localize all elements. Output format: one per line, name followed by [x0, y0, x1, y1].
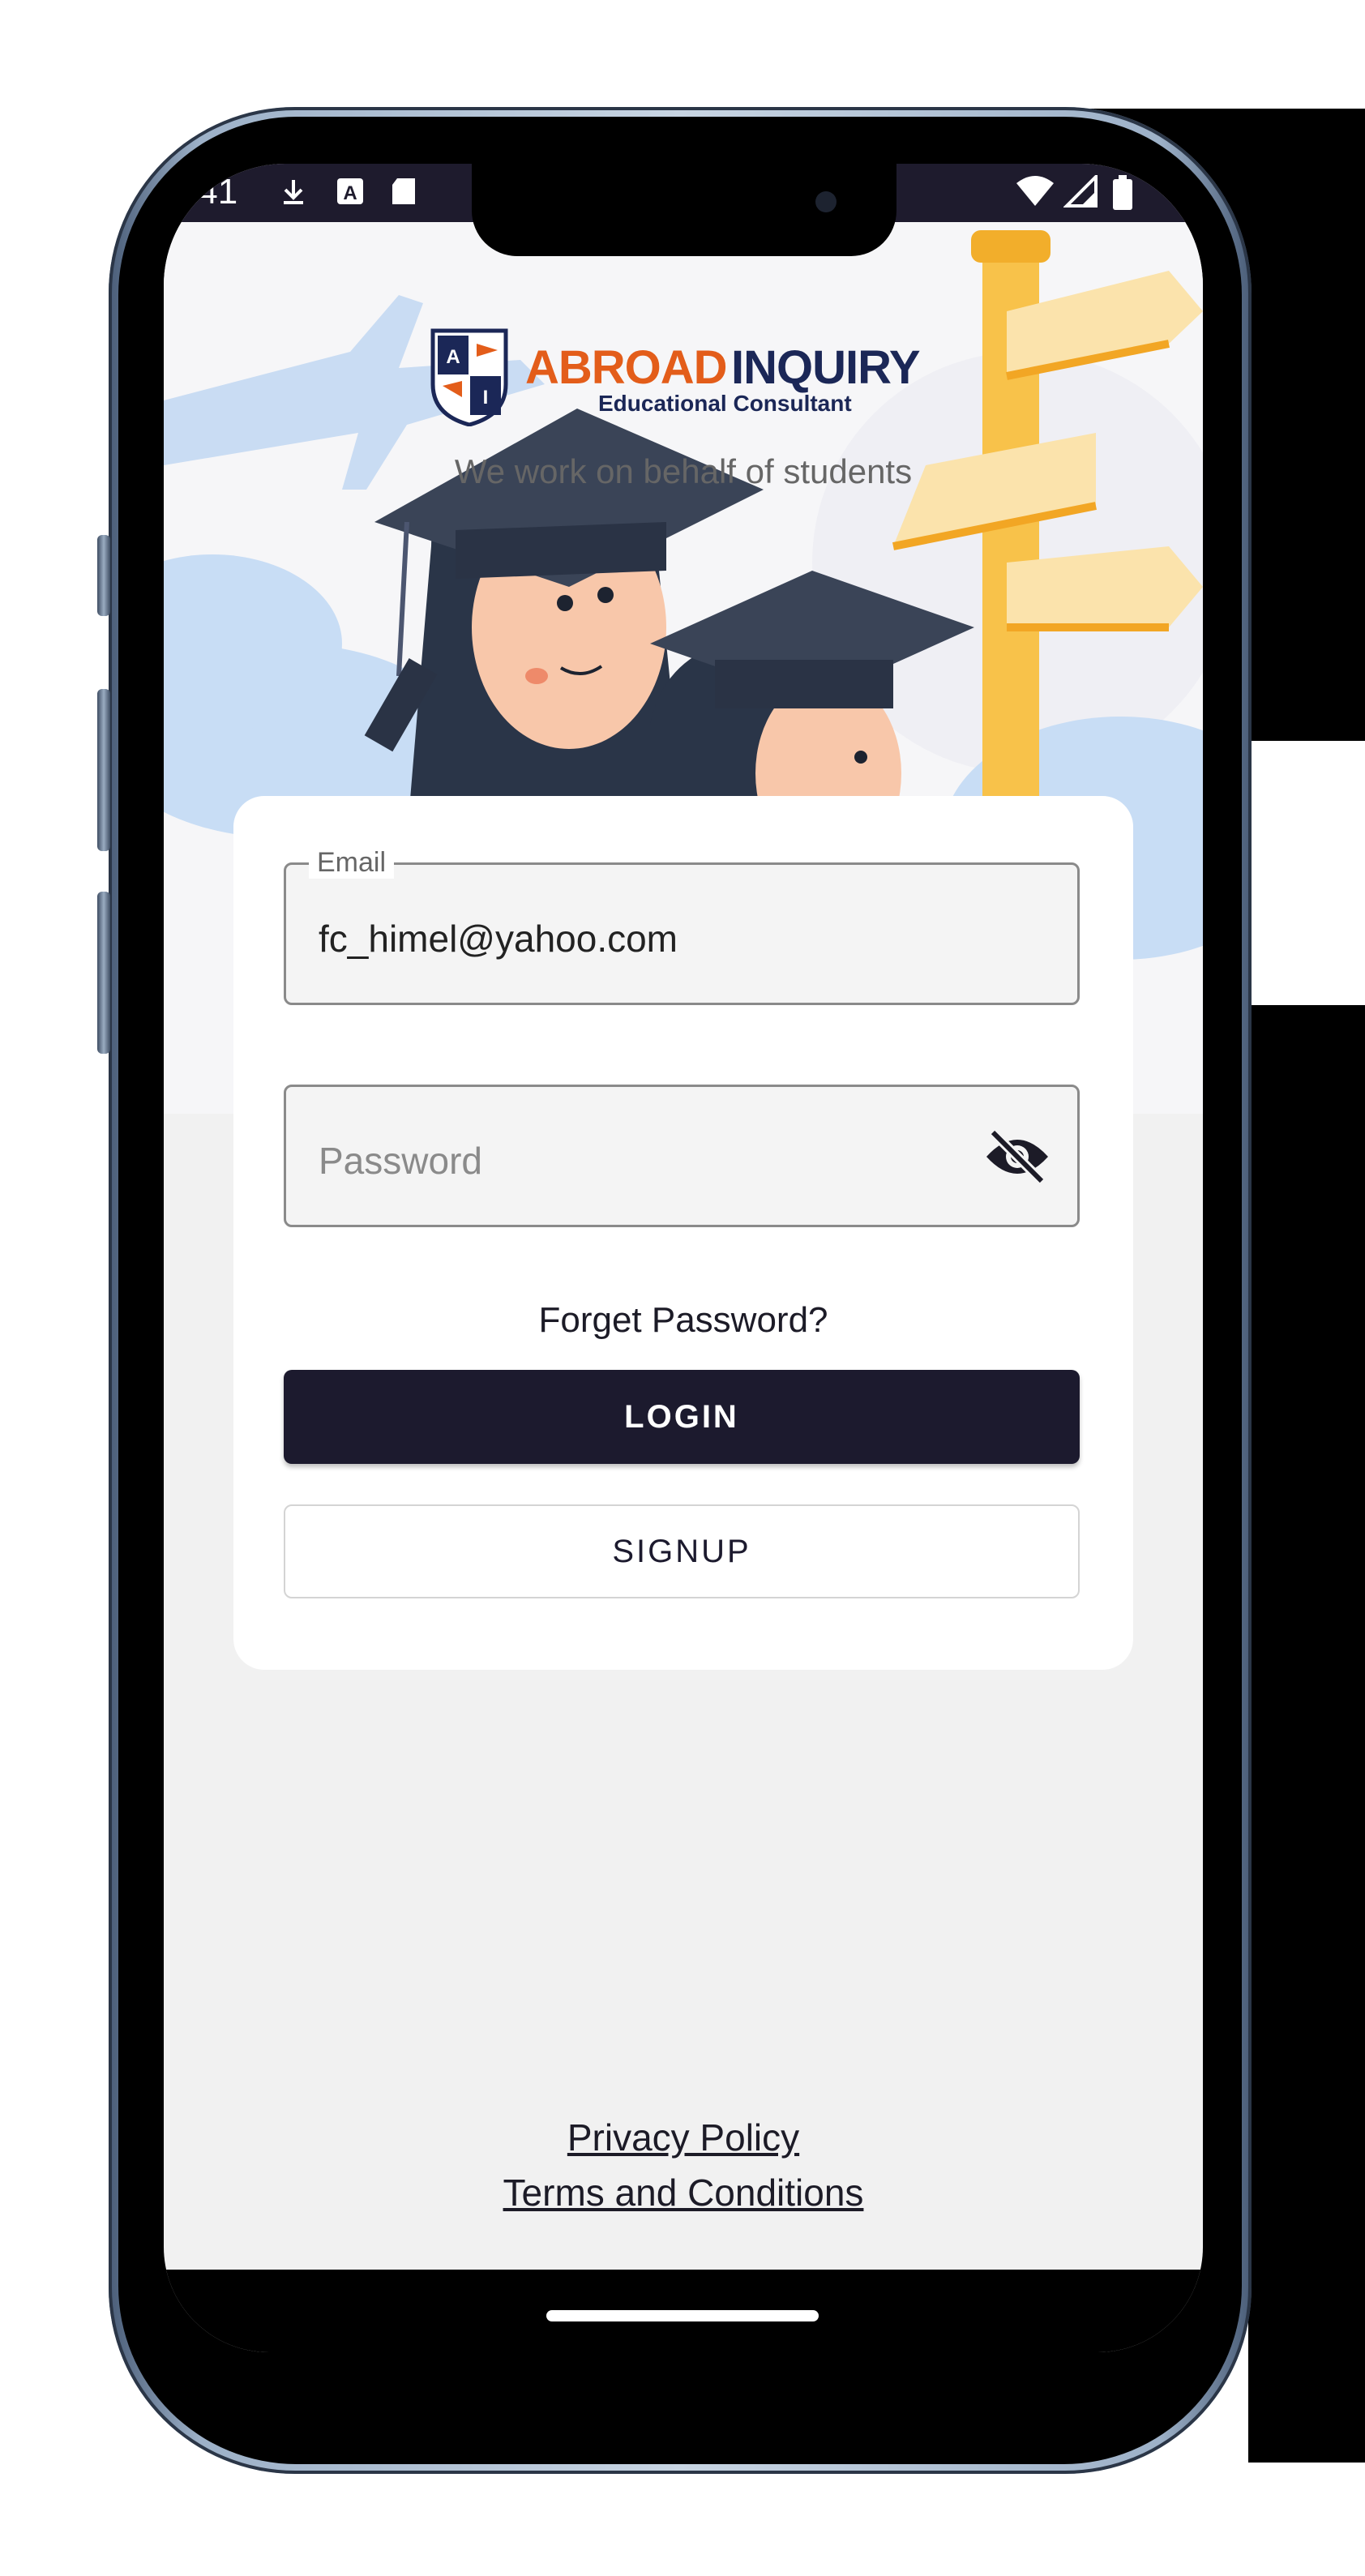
eye-off-icon[interactable]: [983, 1128, 1051, 1186]
email-input[interactable]: fc_himel@yahoo.com: [319, 917, 678, 961]
backdrop-right-lower: [1248, 1005, 1365, 2463]
phone-notch: [472, 164, 896, 256]
svg-text:A: A: [343, 182, 357, 204]
login-button[interactable]: LOGIN: [284, 1370, 1080, 1464]
signal-icon: [1063, 175, 1098, 208]
phone-mute-switch: [97, 535, 110, 616]
brand-subtitle: Educational Consultant: [598, 391, 852, 416]
phone-volume-up: [97, 689, 110, 851]
app-screen: A I ABROAD INQUIRY Educational Consultan…: [164, 164, 1203, 2352]
brand-name-abroad: ABROAD: [525, 341, 728, 394]
password-input[interactable]: Password: [319, 1139, 482, 1183]
login-card: Email fc_himel@yahoo.com Password Forget…: [233, 796, 1133, 1670]
battery-icon: [1113, 175, 1132, 210]
status-time: :41: [188, 172, 238, 212]
email-label: Email: [309, 847, 395, 879]
backdrop-right: [1248, 271, 1365, 741]
forget-password-link[interactable]: Forget Password?: [233, 1300, 1133, 1341]
email-field[interactable]: Email fc_himel@yahoo.com: [284, 847, 1080, 1005]
a-icon: A: [337, 178, 363, 204]
terms-link[interactable]: Terms and Conditions: [164, 2171, 1203, 2214]
brand-name-inquiry: INQUIRY: [731, 341, 921, 394]
signup-button[interactable]: SIGNUP: [284, 1504, 1080, 1598]
svg-text:A: A: [446, 346, 460, 368]
camera-lens: [815, 191, 837, 212]
download-icon: [284, 180, 303, 204]
brand-shield-icon: A I: [430, 328, 508, 426]
brand-tagline: We work on behalf of students: [454, 452, 913, 490]
home-indicator[interactable]: [546, 2310, 819, 2321]
wifi-icon: [1016, 176, 1054, 206]
password-field[interactable]: Password: [284, 1085, 1080, 1227]
privacy-policy-link[interactable]: Privacy Policy: [164, 2116, 1203, 2159]
sd-card-icon: [392, 178, 415, 204]
svg-text:I: I: [483, 387, 489, 409]
phone-volume-down: [97, 892, 110, 1054]
